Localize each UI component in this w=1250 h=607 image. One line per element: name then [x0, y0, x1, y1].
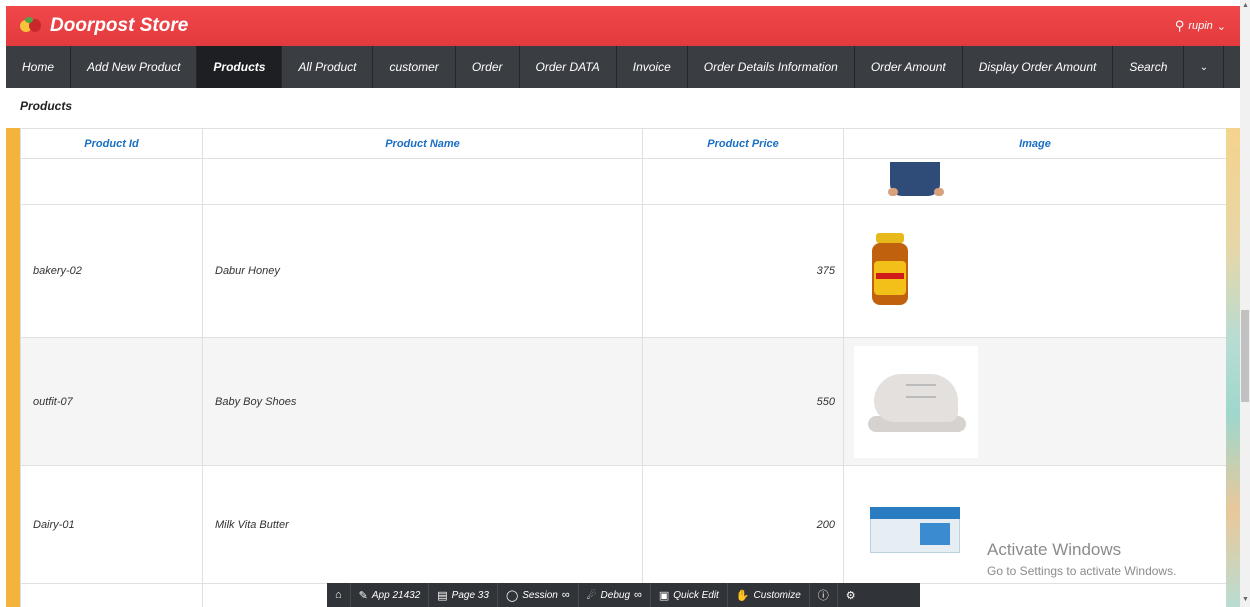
- nav-customer[interactable]: customer: [373, 46, 456, 88]
- watermark-subtitle: Go to Settings to activate Windows.: [987, 564, 1177, 578]
- column-header-image[interactable]: Image: [843, 128, 1227, 159]
- nav-order-details-information[interactable]: Order Details Information: [688, 46, 855, 88]
- watermark-title: Activate Windows: [987, 540, 1122, 559]
- dev-app-button[interactable]: ✎ App 21432: [351, 583, 430, 607]
- dev-page-button[interactable]: ▤ Page 33: [429, 583, 498, 607]
- gear-icon: ⚙: [845, 589, 856, 602]
- right-background-strip: [1226, 128, 1240, 607]
- store-logo-icon: [20, 17, 42, 35]
- dev-settings-button[interactable]: ⚙: [838, 583, 864, 607]
- cell-product-price: 375: [642, 204, 844, 338]
- nav-products[interactable]: Products: [197, 46, 283, 88]
- scroll-down-icon[interactable]: ▼: [1242, 596, 1249, 603]
- cell-product-name: Baby Boy Shoes: [202, 337, 643, 466]
- developer-toolbar: ⌂ ✎ App 21432 ▤ Page 33 ◯ Session ∞ ☄ De…: [327, 583, 920, 607]
- brush-icon: ✋: [735, 589, 750, 602]
- honey-jar-product-image: [870, 233, 910, 309]
- nav-invoice[interactable]: Invoice: [617, 46, 688, 88]
- butter-box-product-image: [870, 493, 966, 557]
- windows-activation-watermark: Activate Windows Go to Settings to activ…: [987, 540, 1176, 578]
- cell-product-id: bakery-02: [20, 204, 203, 338]
- nav-order-amount[interactable]: Order Amount: [855, 46, 963, 88]
- chevron-down-icon: ⌄: [1216, 20, 1226, 33]
- home-icon: ⌂: [335, 589, 342, 601]
- cell-product-id: Dairy-01: [20, 465, 203, 584]
- column-header-product-name[interactable]: Product Name: [202, 128, 643, 159]
- dev-session-button[interactable]: ◯ Session ∞: [498, 583, 579, 607]
- cell-image: [843, 158, 1227, 205]
- nav-display-order-amount[interactable]: Display Order Amount: [963, 46, 1114, 88]
- nav-more-chevron-icon[interactable]: ⌄: [1184, 46, 1225, 88]
- dev-session-label: Session: [522, 589, 558, 601]
- cell-image: [843, 337, 1227, 466]
- page-scrollbar[interactable]: ▲ ▼: [1240, 0, 1250, 607]
- baby-shoe-product-image: [854, 345, 978, 458]
- cell-product-id: [20, 583, 203, 607]
- user-name: rupin: [1188, 20, 1213, 32]
- nav-order[interactable]: Order: [456, 46, 520, 88]
- scrollbar-thumb[interactable]: [1241, 310, 1249, 402]
- cell-product-name: [202, 158, 643, 205]
- toggle-icon: ∞: [634, 589, 642, 601]
- nav-order-data[interactable]: Order DATA: [520, 46, 617, 88]
- brand-name: Doorpost Store: [50, 15, 189, 36]
- cell-product-price: 200: [642, 465, 844, 584]
- main-nav: Home Add New Product Products All Produc…: [6, 46, 1240, 88]
- dev-customize-button[interactable]: ✋ Customize: [728, 583, 810, 607]
- info-icon: ⓘ: [817, 590, 829, 602]
- products-table: Product Id Product Name Product Price Im…: [20, 128, 1227, 607]
- cell-product-price: 550: [642, 337, 844, 466]
- table-row: bakery-02 Dabur Honey 375: [20, 204, 1227, 338]
- dev-info-button[interactable]: ⓘ: [810, 583, 838, 607]
- cell-product-name: Milk Vita Butter: [202, 465, 643, 584]
- dev-page-label: Page 33: [451, 589, 489, 601]
- column-header-product-price[interactable]: Product Price: [642, 128, 844, 159]
- nav-home[interactable]: Home: [6, 46, 72, 88]
- cell-product-price: [642, 158, 844, 205]
- dev-app-label: App 21432: [371, 589, 421, 601]
- cell-image: [843, 204, 1227, 338]
- left-accent-strip: [6, 128, 20, 607]
- user-icon: ⚲: [1174, 18, 1185, 33]
- dev-customize-label: Customize: [753, 589, 801, 601]
- app-header: Doorpost Store ⚲ rupin ⌄: [6, 6, 1240, 46]
- nav-add-new-product[interactable]: Add New Product: [71, 46, 198, 88]
- bug-icon: ☄: [586, 589, 597, 602]
- cell-product-name: Dabur Honey: [202, 204, 643, 338]
- page-icon: ▤: [437, 589, 448, 602]
- quick-edit-icon: ▣: [658, 589, 670, 602]
- edit-icon: ✎: [358, 589, 368, 602]
- table-header-row: Product Id Product Name Product Price Im…: [20, 128, 1227, 159]
- toggle-icon: ∞: [561, 589, 570, 601]
- cell-product-id: [20, 158, 203, 205]
- nav-search[interactable]: Search: [1113, 46, 1185, 88]
- column-header-product-id[interactable]: Product Id: [20, 128, 203, 159]
- nav-all-product[interactable]: All Product: [282, 46, 374, 88]
- table-row: [20, 158, 1227, 205]
- table-row: outfit-07 Baby Boy Shoes 550: [20, 337, 1227, 466]
- dev-debug-button[interactable]: ☄ Debug ∞: [579, 583, 651, 607]
- cell-product-id: outfit-07: [20, 337, 203, 466]
- dev-quick-edit-label: Quick Edit: [673, 589, 719, 601]
- app-window: Doorpost Store ⚲ rupin ⌄ Home Add New Pr…: [0, 0, 1250, 607]
- shirt-product-image: [880, 161, 960, 202]
- breadcrumb: Products: [20, 99, 73, 113]
- dev-home-button[interactable]: ⌂: [327, 583, 351, 607]
- scroll-up-icon[interactable]: ▲: [1242, 2, 1249, 9]
- session-icon: ◯: [505, 589, 519, 602]
- brand[interactable]: Doorpost Store: [20, 15, 188, 37]
- dev-debug-label: Debug: [600, 589, 631, 601]
- dev-quick-edit-button[interactable]: ▣ Quick Edit: [651, 583, 728, 607]
- user-menu[interactable]: ⚲ rupin ⌄: [1175, 18, 1226, 34]
